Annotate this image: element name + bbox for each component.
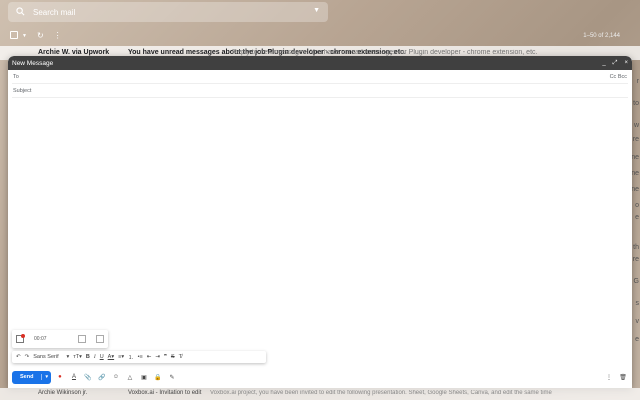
to-label: To	[13, 73, 19, 80]
minimize-icon[interactable]: _	[602, 60, 605, 67]
strikethrough-icon[interactable]: S	[171, 354, 175, 360]
bulleted-list-icon[interactable]: •≡	[138, 354, 143, 360]
fragment: e	[635, 336, 639, 343]
fullscreen-icon[interactable]: ⤢	[613, 60, 618, 67]
email-subject: Voxbox.ai - Invitation to edit	[128, 390, 202, 396]
attachment-time: 00:07	[34, 336, 47, 342]
email-sender: Archie Wikinson jr.	[38, 390, 88, 396]
fragment: r	[636, 78, 639, 85]
refresh-icon[interactable]: ↻	[37, 31, 44, 40]
attachment-open-icon[interactable]	[78, 335, 86, 343]
attachment-remove-icon[interactable]	[96, 335, 104, 343]
undo-icon[interactable]: ↶	[16, 354, 21, 360]
confidential-icon[interactable]: 🔒	[153, 374, 163, 381]
fragment: o	[635, 202, 639, 209]
email-sender: Archie W. via Upwork	[38, 49, 110, 56]
link-icon[interactable]: 🔗	[97, 374, 107, 381]
align-icon[interactable]: ≡▾	[118, 354, 124, 360]
compose-actions: Send ▾ ● A 📎 🔗 ☺ △ ▣ 🔒 ✎ ⋮ 🗑	[12, 370, 628, 384]
fragment: ne	[631, 154, 639, 161]
pager-text: 1–50 of 2,144	[583, 33, 620, 39]
quote-icon[interactable]: ❞	[164, 354, 167, 360]
fragment: re	[632, 136, 639, 143]
subject-placeholder: Subject	[13, 87, 32, 94]
compose-title: New Message	[12, 59, 54, 67]
fragment: th	[633, 244, 639, 251]
formatting-options-icon[interactable]: A	[69, 374, 79, 380]
fragment: ne	[631, 186, 639, 193]
subject-field[interactable]: Subject	[12, 84, 628, 98]
photo-icon[interactable]: ▣	[139, 374, 149, 381]
message-body[interactable]	[12, 98, 628, 318]
search-options-icon[interactable]: ▼	[313, 7, 320, 14]
record-icon[interactable]: ●	[55, 374, 65, 380]
fragment: w	[633, 122, 639, 129]
send-button[interactable]: Send ▾	[12, 370, 51, 384]
attach-icon[interactable]: 📎	[83, 374, 93, 381]
more-options-icon[interactable]: ⋮	[604, 374, 614, 381]
chevron-down-icon: ▾	[66, 354, 70, 360]
signature-icon[interactable]: ✎	[167, 374, 177, 381]
redo-icon[interactable]: ↷	[25, 354, 30, 360]
remove-formatting-icon[interactable]: T̸	[179, 354, 182, 360]
list-toolbar: ▼ ↻ ⋮	[10, 31, 62, 40]
select-dropdown-icon[interactable]: ▼	[22, 33, 27, 40]
attachment-file-icon	[16, 334, 25, 343]
search-input[interactable]: Search mail	[33, 8, 75, 17]
attachment-chip[interactable]: 00:07	[12, 330, 108, 348]
font-name: Sans Serif	[33, 354, 59, 360]
text-color-icon[interactable]: A▾	[108, 354, 114, 360]
fragment: ne	[631, 170, 639, 177]
font-size-icon[interactable]: ᴛT▾	[73, 354, 82, 360]
emoji-icon[interactable]: ☺	[111, 374, 121, 380]
schedule-send-icon[interactable]: ▾	[42, 374, 51, 380]
drive-icon[interactable]: △	[125, 374, 135, 381]
compose-header[interactable]: New Message _ ⤢ ×	[8, 56, 632, 70]
select-all-checkbox[interactable]	[10, 31, 18, 39]
fragment: re	[632, 256, 639, 263]
font-select[interactable]: Sans Serif ▾	[33, 354, 69, 360]
fragment: e	[635, 214, 639, 221]
fragment: to	[633, 100, 639, 107]
formatting-toolbar: ↶ ↷ Sans Serif ▾ ᴛT▾ B I U A▾ ≡▾ ⒈ •≡ ⇤ …	[12, 351, 266, 363]
compose-window: New Message _ ⤢ × To Cc Bcc Subject 00:0…	[8, 56, 632, 388]
fragment: s	[635, 300, 640, 307]
italic-icon[interactable]: I	[94, 354, 96, 360]
search-bar[interactable]: Search mail ▼	[8, 2, 328, 22]
search-icon	[16, 6, 25, 18]
fragment: G	[633, 278, 639, 285]
bold-icon[interactable]: B	[86, 354, 90, 360]
indent-less-icon[interactable]: ⇤	[147, 354, 152, 360]
more-options-icon[interactable]: ⋮	[54, 31, 62, 40]
discard-draft-icon[interactable]: 🗑	[618, 374, 628, 381]
email-snippet: Reply to new messages. You have unread m…	[232, 49, 538, 56]
cc-bcc-link[interactable]: Cc Bcc	[610, 74, 627, 80]
indent-more-icon[interactable]: ⇥	[155, 354, 160, 360]
list-item[interactable]: Archie Wikinson jr. Voxbox.ai - Invitati…	[0, 388, 640, 400]
numbered-list-icon[interactable]: ⒈	[128, 353, 134, 361]
email-snippet: Voxbox.ai project, you have been invited…	[210, 390, 552, 396]
underline-icon[interactable]: U	[100, 354, 104, 360]
send-label: Send	[12, 374, 43, 380]
fragment: v	[635, 318, 640, 325]
to-field[interactable]: To Cc Bcc	[12, 70, 628, 84]
close-icon[interactable]: ×	[624, 60, 628, 67]
